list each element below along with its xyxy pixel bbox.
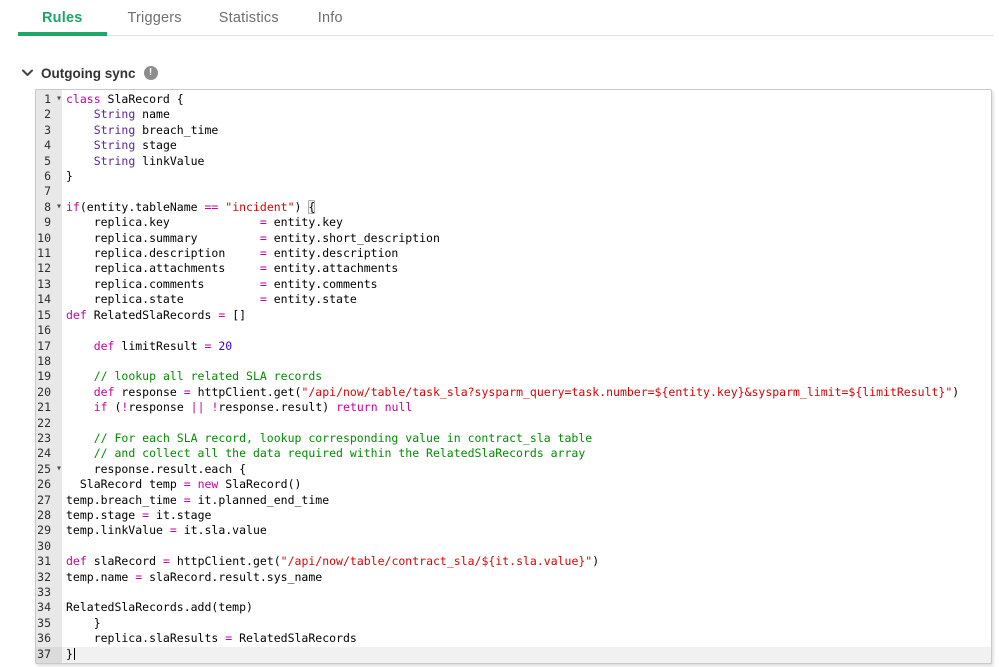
- code-line: SlaRecord temp = new SlaRecord(): [66, 477, 302, 492]
- line-number: 25 ▾: [37, 461, 62, 476]
- line-number: 33: [37, 585, 51, 599]
- code-line: replica.description = entity.description: [66, 246, 399, 261]
- line-number: 34: [37, 600, 51, 615]
- line-number: 9: [44, 215, 51, 230]
- code-line: String breach_time: [93, 122, 219, 137]
- code-line: // For each SLA record, lookup correspon…: [93, 430, 593, 445]
- code-line: class SlaRecord {: [66, 92, 184, 106]
- info-icon[interactable]: !: [143, 66, 158, 80]
- tab-bar: Rules Triggers Statistics Info: [18, 0, 994, 36]
- line-number: 32: [37, 569, 51, 584]
- tab-triggers[interactable]: Triggers: [107, 0, 203, 35]
- line-number: 15: [37, 307, 51, 322]
- code-line: def RelatedSlaRecords = []: [66, 307, 247, 322]
- code-line: // lookup all related SLA records: [93, 369, 323, 384]
- line-number: 4: [44, 138, 51, 153]
- line-number: 21: [37, 400, 51, 415]
- line-number: 2: [44, 107, 51, 122]
- line-number: 3: [44, 122, 51, 137]
- code-line: temp.stage = it.stage: [66, 507, 212, 522]
- line-number: 37: [37, 646, 51, 661]
- line-number: 8 ▾: [44, 199, 62, 214]
- line-number: 29: [37, 523, 51, 538]
- line-number: 22: [37, 415, 51, 430]
- code-line: def limitResult = 20: [93, 338, 233, 353]
- code-line: def slaRecord = httpClient.get("/api/now…: [66, 554, 600, 569]
- code-line: if(entity.tableName == "incident") {: [66, 199, 316, 214]
- code-line: // and collect all the data required wit…: [93, 446, 586, 461]
- code-line: String linkValue: [93, 153, 205, 168]
- code-line: }: [66, 615, 101, 630]
- code-line: RelatedSlaRecords.add(temp): [66, 600, 253, 615]
- line-number: 26: [37, 477, 51, 492]
- line-number: 27: [37, 492, 51, 507]
- text-cursor: [73, 647, 76, 660]
- code-editor[interactable]: 1 ▾ 2 3 4 5 6 7 8 ▾ 9 10 11 12 13 14 15 16 17 18 19 20 21 22 23 2…: [35, 89, 992, 664]
- code-line: }: [66, 169, 73, 184]
- code-line: temp.name = slaRecord.result.sys_name: [66, 569, 323, 584]
- line-number: 17: [37, 338, 51, 353]
- code-line: replica.attachments = entity.attachments: [66, 261, 399, 276]
- line-number: 30: [37, 538, 51, 553]
- section-title: Outgoing sync: [41, 65, 136, 81]
- line-number: 11: [37, 246, 51, 261]
- code-line: if (!response || !response.result) retur…: [93, 400, 413, 415]
- line-number: 14: [37, 292, 51, 307]
- tab-rules[interactable]: Rules: [18, 0, 107, 36]
- line-number: 5: [44, 153, 51, 168]
- line-number: 36: [37, 631, 51, 646]
- code-line: def response = httpClient.get("/api/now/…: [93, 384, 960, 399]
- chevron-down-icon[interactable]: [22, 69, 33, 77]
- line-number: 1 ▾: [44, 92, 62, 106]
- code-line: String name: [93, 107, 170, 122]
- gutter: 1 ▾ 2 3 4 5 6 7 8 ▾ 9 10 11 12 13 14 15 16 17 18 19 20 21 22 23 2…: [36, 90, 62, 663]
- line-number: 10: [37, 230, 51, 245]
- line-number: 18: [37, 353, 51, 368]
- line-number: 20: [37, 384, 51, 399]
- line-number: 16: [37, 323, 51, 338]
- code-line: }: [66, 647, 991, 662]
- code-line: temp.breach_time = it.planned_end_time: [66, 492, 330, 507]
- code-line: replica.key = entity.key: [66, 215, 343, 230]
- line-number: 6: [44, 169, 51, 184]
- line-number: 13: [37, 276, 51, 291]
- tab-info[interactable]: Info: [295, 0, 366, 35]
- line-number: 19: [37, 369, 51, 384]
- tab-statistics[interactable]: Statistics: [203, 0, 295, 35]
- outgoing-sync-header: Outgoing sync !: [22, 62, 999, 84]
- code-line: String stage: [93, 138, 177, 153]
- line-number: 7: [44, 184, 51, 199]
- line-number: 23: [37, 430, 51, 445]
- line-number: 35: [37, 615, 51, 630]
- line-number: 24: [37, 446, 51, 461]
- code-line: replica.slaResults = RelatedSlaRecords: [66, 631, 357, 646]
- code-area[interactable]: class SlaRecord { String name String bre…: [62, 90, 991, 663]
- code-line: replica.comments = entity.comments: [66, 276, 378, 291]
- line-number: 12: [37, 261, 51, 276]
- code-line: replica.summary = entity.short_descripti…: [66, 230, 440, 245]
- code-line: replica.state = entity.state: [66, 292, 357, 307]
- line-number: 28: [37, 507, 51, 522]
- code-line: response.result.each {: [66, 461, 247, 476]
- code-line: temp.linkValue = it.sla.value: [66, 523, 267, 538]
- line-number: 31: [37, 554, 51, 569]
